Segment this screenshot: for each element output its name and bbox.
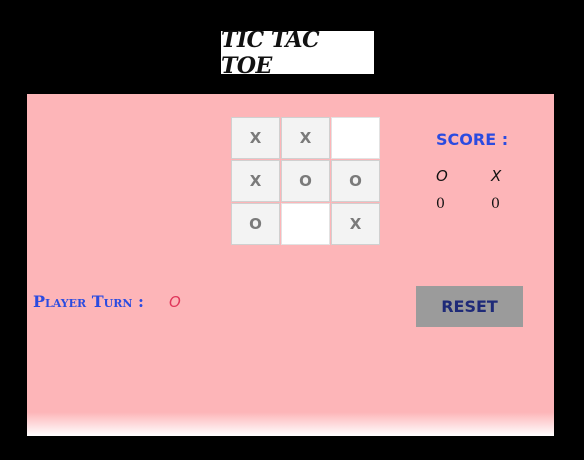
game-title: TIC TAC TOE [221, 27, 374, 79]
board-cell-9[interactable]: X [331, 203, 380, 245]
score-label-x: X [491, 167, 502, 185]
board-cell-3[interactable] [331, 117, 380, 159]
player-turn-label: Player Turn : [33, 292, 144, 311]
score-label-o: O [436, 167, 448, 185]
game-panel: X X X O O O X SCORE : O X 0 0 Player Tur… [27, 94, 554, 436]
game-title-text: TIC TAC TOE [221, 26, 320, 79]
board-cell-6[interactable]: O [331, 160, 380, 202]
score-value-o: 0 [436, 196, 445, 212]
board-cell-2[interactable]: X [281, 117, 330, 159]
score-value-x: 0 [491, 196, 500, 212]
reset-button[interactable]: RESET [416, 286, 523, 327]
board-cell-7[interactable]: O [231, 203, 280, 245]
board-cell-1[interactable]: X [231, 117, 280, 159]
board-cell-5[interactable]: O [281, 160, 330, 202]
game-board: X X X O O O X [231, 117, 382, 246]
reset-button-label: RESET [441, 297, 498, 316]
player-turn-value: O [169, 293, 181, 311]
board-cell-8[interactable] [281, 203, 330, 245]
board-cell-4[interactable]: X [231, 160, 280, 202]
score-title: SCORE : [436, 130, 509, 149]
game-window: TIC TAC TOE X X X O O O X SCORE : O X 0 … [0, 0, 584, 460]
